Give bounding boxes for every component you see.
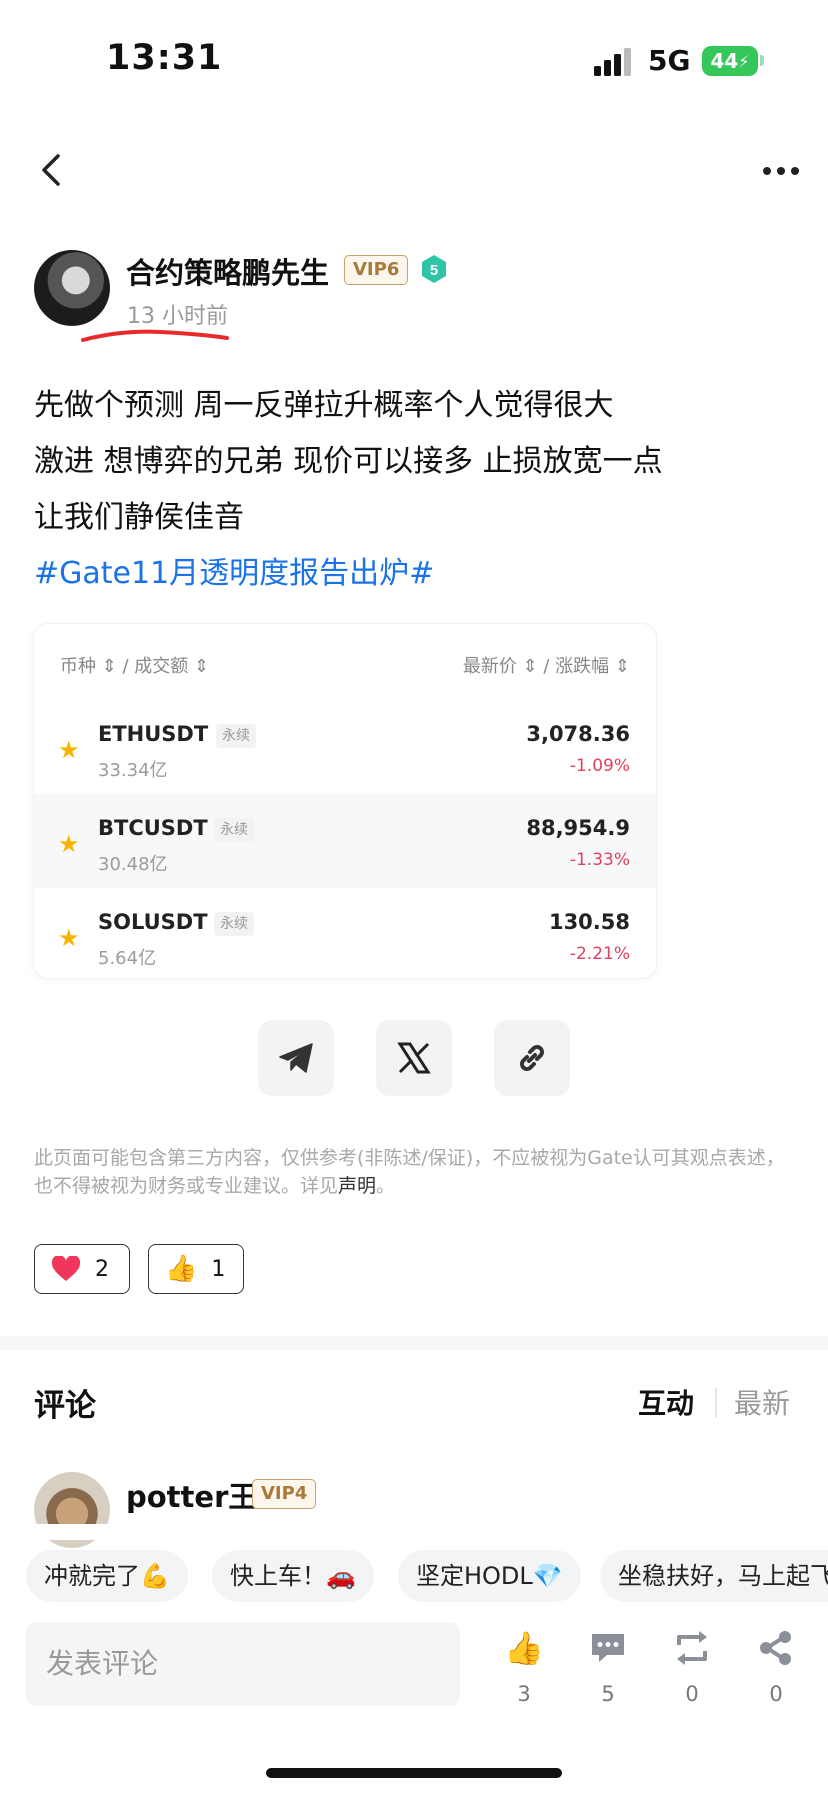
level-badge-icon: 5 [422, 255, 446, 283]
disclaimer-text: 此页面可能包含第三方内容，仅供参考(非陈述/保证)，不应被视为Gate认可其观点… [34, 1147, 785, 1197]
disclaimer-end: 。 [376, 1175, 396, 1197]
red-underline-annotation [81, 329, 229, 342]
thumbs-up-icon: 👍 [504, 1629, 544, 1667]
market-price: 88,954.9 [526, 816, 630, 840]
post-line: 先做个预测 周一反弹拉升概率个人觉得很大 [34, 388, 614, 423]
market-row-eth[interactable]: ★ ETHUSDT 永续 33.34亿 3,078.36 -1.09% [34, 700, 656, 794]
like-button[interactable]: 👍 3 [488, 1628, 560, 1706]
more-options-icon[interactable] [762, 166, 800, 176]
perpetual-tag: 永续 [214, 912, 254, 936]
repost-icon [677, 1631, 707, 1665]
market-card: 币种 ⇕ / 成交额 ⇕ 最新价 ⇕ / 涨跌幅 ⇕ ★ ETHUSDT 永续 … [34, 624, 656, 978]
star-icon[interactable]: ★ [58, 924, 80, 952]
home-indicator [266, 1768, 562, 1778]
share-telegram-button[interactable] [258, 1020, 334, 1096]
market-volume: 30.48亿 [98, 854, 168, 875]
copy-link-button[interactable] [494, 1020, 570, 1096]
market-row-sol[interactable]: ★ SOLUSDT 永续 5.64亿 130.58 -2.21% [34, 888, 656, 978]
repost-button[interactable]: 0 [656, 1628, 728, 1706]
battery-icon: 44 ⚡ [702, 46, 758, 76]
sort-by-symbol-volume[interactable]: 币种 ⇕ / 成交额 ⇕ [60, 652, 209, 678]
telegram-icon [279, 1043, 313, 1073]
star-icon[interactable]: ★ [58, 736, 80, 764]
commenter-name[interactable]: potter王 [126, 1474, 257, 1516]
market-price: 3,078.36 [526, 722, 630, 746]
battery-tip [760, 55, 764, 66]
disclaimer: 此页面可能包含第三方内容，仅供参考(非陈述/保证)，不应被视为Gate认可其观点… [34, 1144, 794, 1200]
perpetual-tag: 永续 [216, 724, 256, 748]
star-icon[interactable]: ★ [58, 830, 80, 858]
share-count: 0 [769, 1682, 783, 1706]
sort-by-price-change[interactable]: 最新价 ⇕ / 涨跌幅 ⇕ [463, 652, 630, 678]
section-divider [0, 1336, 828, 1350]
thumbs-up-icon: 👍 [165, 1254, 198, 1284]
author-name[interactable]: 合约策略鹏先生 [126, 250, 329, 292]
market-change: -2.21% [569, 944, 630, 964]
post-line: 激进 想博弈的兄弟 现价可以接多 止损放宽一点 [34, 444, 663, 479]
comments-title: 评论 [34, 1388, 96, 1424]
repost-count: 0 [685, 1682, 699, 1706]
market-card-header: 币种 ⇕ / 成交额 ⇕ 最新价 ⇕ / 涨跌幅 ⇕ [34, 624, 656, 700]
post-line: 让我们静侯佳音 [34, 500, 244, 535]
heart-count: 2 [95, 1256, 109, 1282]
heart-reaction-button[interactable]: 2 [34, 1244, 130, 1294]
comment-bubble-icon [592, 1634, 624, 1662]
share-x-button[interactable] [376, 1020, 452, 1096]
market-symbol: SOLUSDT [98, 910, 208, 934]
market-volume: 5.64亿 [98, 948, 157, 969]
x-logo-icon [397, 1042, 431, 1074]
link-icon [520, 1045, 544, 1071]
disclaimer-link[interactable]: 声明 [338, 1175, 376, 1197]
market-volume: 33.34亿 [98, 760, 168, 781]
market-symbol: BTCUSDT [98, 816, 208, 840]
perpetual-tag: 永续 [214, 818, 254, 842]
comment-input[interactable]: 发表评论 [26, 1622, 460, 1706]
market-change: -1.33% [569, 850, 630, 870]
quick-reply-chip[interactable]: 冲就完了💪 [26, 1550, 188, 1602]
level-badge-number: 5 [430, 262, 438, 279]
network-type: 5G [648, 44, 691, 77]
charging-bolt-icon: ⚡ [738, 51, 750, 71]
share-icon [760, 1631, 791, 1665]
sort-tab-latest[interactable]: 最新 [734, 1382, 790, 1422]
share-button[interactable]: 0 [740, 1628, 812, 1706]
author-avatar[interactable] [34, 250, 110, 326]
hashtag-link[interactable]: #Gate11月透明度报告出炉# [34, 546, 794, 602]
comment-count: 5 [601, 1682, 615, 1706]
battery-level: 44 [710, 49, 739, 73]
status-time: 13:31 [106, 38, 223, 78]
post-content: 先做个预测 周一反弹拉升概率个人觉得很大 激进 想博弈的兄弟 现价可以接多 止损… [34, 378, 794, 602]
comment-overlay-mask [0, 1524, 828, 1540]
market-row-btc[interactable]: ★ BTCUSDT 永续 30.48亿 88,954.9 -1.33% [34, 794, 656, 888]
thumbs-up-count: 1 [211, 1256, 226, 1282]
market-change: -1.09% [569, 756, 630, 776]
like-count: 3 [517, 1682, 531, 1706]
vip-badge: VIP6 [344, 255, 409, 285]
sort-tab-interaction[interactable]: 互动 [638, 1382, 694, 1422]
quick-reply-chip[interactable]: 坚定HODL💎 [398, 1550, 581, 1602]
market-price: 130.58 [548, 910, 630, 934]
comment-button[interactable]: 5 [572, 1628, 644, 1706]
quick-reply-chip[interactable]: 坐稳扶好，马上起飞 [600, 1550, 828, 1602]
market-symbol: ETHUSDT [98, 722, 209, 746]
heart-icon [51, 1256, 81, 1281]
back-arrow-icon[interactable] [38, 152, 66, 188]
commenter-vip-badge: VIP4 [252, 1479, 317, 1509]
thumbs-up-reaction-button[interactable]: 👍 1 [148, 1244, 244, 1294]
sort-divider [715, 1388, 717, 1418]
quick-reply-chip[interactable]: 快上车！🚗 [212, 1550, 374, 1602]
signal-icon [594, 48, 631, 76]
